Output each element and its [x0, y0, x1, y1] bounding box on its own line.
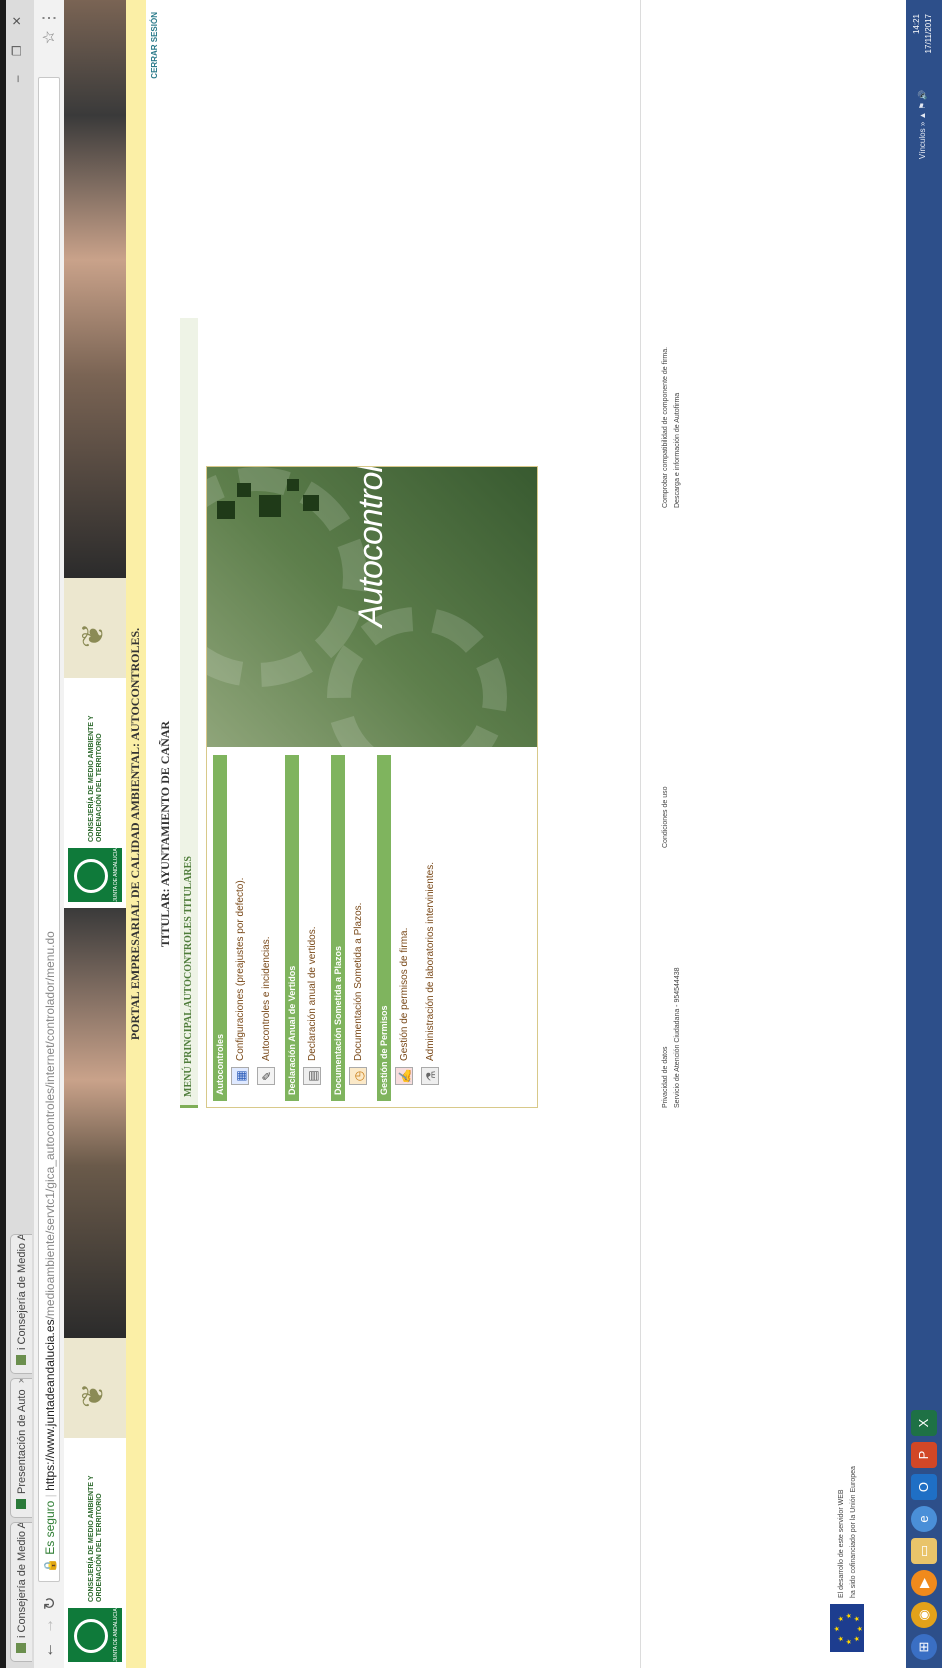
file-explorer-icon[interactable]: ▭	[911, 1538, 937, 1564]
decor-square	[217, 501, 235, 519]
footer-col-3: Comprobar compatibilidad de componente d…	[660, 347, 684, 508]
internet-explorer-icon[interactable]: e	[911, 1506, 937, 1532]
rotated-screen: i Consejería de Medio A× Presentación de…	[0, 0, 942, 1668]
powerpoint-icon[interactable]: P	[911, 1442, 937, 1468]
junta-emblem-icon	[74, 859, 108, 893]
windows-taskbar: ⊞ ◉ ▶ ▭ e O P X Vínculos » ▲ ⚑ 🔊 14:21 1…	[906, 0, 942, 1668]
consejeria-title: CONSEJERÍA DE MEDIO AMBIENTE Y ORDENACIÓ…	[88, 715, 103, 842]
browser-menu-icon[interactable]: ⋮	[39, 10, 59, 26]
favicon-icon	[16, 1499, 26, 1509]
menu-item-declaracion[interactable]: ▤ Declaración anual de vertidos.	[299, 755, 325, 1101]
close-tab-icon[interactable]: ×	[16, 1378, 28, 1383]
clock-document-icon: ◷	[349, 1067, 367, 1085]
eu-funding-text: El desarrollo de este servidor WEB ha si…	[838, 1466, 857, 1598]
menu-item-label[interactable]: Gestión de permisos de firma.	[399, 928, 410, 1061]
taskbar-clock[interactable]: 14:21 17/11/2017	[911, 14, 935, 53]
excel-icon[interactable]: X	[911, 1410, 937, 1436]
site-header-banner: JUNTA DE ANDALUCIA CONSEJERÍA DE MEDIO A…	[64, 0, 126, 1668]
menu-item-autocontroles[interactable]: ✎ Autocontroles e incidencias.	[253, 755, 279, 1101]
footer-col-2: Condiciones de uso	[660, 787, 672, 849]
header-logo-block-2: JUNTA DE ANDALUCIA CONSEJERÍA DE MEDIO A…	[64, 678, 126, 908]
url-host: https://www.juntadeandalucia.es	[43, 1319, 57, 1491]
form-icon: ▤	[303, 1067, 321, 1085]
menu-item-laboratorios[interactable]: ⚗ Administración de laboratorios intervi…	[417, 755, 443, 1101]
address-bar-row: ← → ↻ 🔒 Es seguro | https://www.juntadea…	[34, 0, 65, 1668]
header-photo-strip	[64, 908, 126, 1338]
butterfly-icon: ❦	[77, 622, 110, 648]
url-input[interactable]: 🔒 Es seguro | https://www.juntadeandaluc…	[38, 77, 60, 1582]
menu-item-documentacion[interactable]: ◷ Documentación Sometida a Plazos.	[345, 755, 371, 1101]
laboratory-icon: ⚗	[421, 1067, 439, 1085]
junta-logo-text: JUNTA DE ANDALUCIA	[113, 1608, 119, 1662]
decor-square	[237, 483, 251, 497]
junta-logo: JUNTA DE ANDALUCIA	[68, 1608, 122, 1662]
footer-col-1: Privacidad de datos Servicio de Atención…	[660, 968, 684, 1109]
secure-label: Es seguro	[43, 1500, 57, 1555]
privacy-link[interactable]: Privacidad de datos	[660, 968, 672, 1108]
main-menu-title: MENÚ PRINCIPAL AUTOCONTROLES TITULARES	[180, 318, 198, 1108]
browser-tab-2[interactable]: Presentación de Auto×	[10, 1378, 32, 1518]
lock-icon: 🔒	[43, 1558, 57, 1573]
forward-arrow-icon[interactable]: →	[40, 1618, 58, 1634]
section-header: Autocontroles	[213, 755, 227, 1101]
window-controls[interactable]: – ❐ ✕	[10, 8, 24, 82]
section-declaracion-vertidos: Declaración Anual de Vertidos ▤ Declarac…	[285, 755, 325, 1101]
hero-title: Autocontroles	[352, 467, 390, 627]
chrome-icon[interactable]: ◉	[911, 1602, 937, 1628]
system-tray[interactable]: Vínculos » ▲ ⚑ 🔊	[918, 90, 927, 159]
header-photo-strip-2	[64, 0, 126, 578]
section-documentacion-plazos: Documentación Sometida a Plazos ◷ Docume…	[331, 755, 371, 1101]
download-link[interactable]: Descarga e información de Autofirma	[672, 347, 684, 508]
section-header: Declaración Anual de Vertidos	[285, 755, 299, 1101]
outlook-icon[interactable]: O	[911, 1474, 937, 1500]
portal-title: PORTAL EMPRESARIAL DE CALIDAD AMBIENTAL:…	[128, 627, 142, 1041]
menu-item-label[interactable]: Documentación Sometida a Plazos.	[353, 903, 364, 1061]
section-gestion-permisos: Gestión de Permisos ✍ Gestión de permiso…	[377, 755, 443, 1101]
signature-icon: ✍	[395, 1067, 413, 1085]
document-pen-icon: ✎	[257, 1067, 275, 1085]
conditions-link[interactable]: Condiciones de uso	[660, 787, 672, 849]
decor-square	[303, 495, 319, 511]
header-butterfly-block-2: ❦	[64, 578, 126, 678]
calendar-icon: ▦	[231, 1067, 249, 1085]
butterfly-icon: ❦	[77, 1382, 110, 1408]
menu-sections: Autocontroles ▦ Configuraciones (preajus…	[207, 747, 537, 1107]
section-header: Gestión de Permisos	[377, 755, 391, 1101]
start-button-icon[interactable]: ⊞	[911, 1634, 937, 1660]
url-path: /medioambiente/servtc1/gica_autocontrole…	[43, 931, 57, 1320]
section-autocontroles: Autocontroles ▦ Configuraciones (preajus…	[213, 755, 279, 1101]
eu-flag-icon: ★ ★ ★ ★ ★ ★ ★ ★	[830, 1604, 864, 1652]
reload-icon[interactable]: ↻	[40, 1597, 60, 1610]
back-arrow-icon[interactable]: ←	[40, 1642, 58, 1658]
autocontroles-hero-image: Autocontroles	[207, 467, 537, 747]
menu-item-label[interactable]: Configuraciones (preajustes por defecto)…	[235, 878, 246, 1061]
titular-heading: TITULAR: AYUNTAMIENTO DE CAÑAR	[158, 720, 172, 948]
section-header: Documentación Sometida a Plazos	[331, 755, 345, 1101]
junta-logo-text: JUNTA DE ANDALUCIA	[113, 848, 119, 902]
media-player-icon[interactable]: ▶	[911, 1570, 937, 1596]
favicon-icon	[16, 1355, 26, 1365]
favicon-icon	[16, 1643, 26, 1653]
browser-tab-bar: i Consejería de Medio A× Presentación de…	[6, 0, 34, 1668]
bookmark-star-icon[interactable]: ☆	[39, 30, 59, 44]
footer-divider	[640, 0, 641, 1668]
decor-square	[287, 479, 299, 491]
menu-item-label[interactable]: Declaración anual de vertidos.	[307, 926, 318, 1061]
junta-emblem-icon	[74, 1619, 108, 1653]
main-menu-panel: Autocontroles ▦ Configuraciones (preajus…	[206, 466, 538, 1108]
menu-item-configuraciones[interactable]: ▦ Configuraciones (preajustes por defect…	[227, 755, 253, 1101]
compat-link[interactable]: Comprobar compatibilidad de componente d…	[660, 347, 672, 508]
header-butterfly-block: ❦	[64, 1338, 126, 1438]
header-logo-block: JUNTA DE ANDALUCIA CONSEJERÍA DE MEDIO A…	[64, 1438, 126, 1668]
decor-square	[259, 495, 281, 517]
service-text: Servicio de Atención Ciudadana - 9545444…	[674, 967, 681, 1109]
menu-item-permisos-firma[interactable]: ✍ Gestión de permisos de firma.	[391, 755, 417, 1101]
consejeria-title: CONSEJERÍA DE MEDIO AMBIENTE Y ORDENACIÓ…	[88, 1475, 103, 1602]
menu-item-label[interactable]: Autocontroles e incidencias.	[261, 936, 272, 1061]
junta-logo: JUNTA DE ANDALUCIA	[68, 848, 122, 902]
browser-tab-3[interactable]: i Consejería de Medio A×	[10, 1234, 32, 1374]
browser-tab-1[interactable]: i Consejería de Medio A×	[10, 1522, 32, 1662]
menu-item-label[interactable]: Administración de laboratorios intervini…	[425, 862, 436, 1061]
